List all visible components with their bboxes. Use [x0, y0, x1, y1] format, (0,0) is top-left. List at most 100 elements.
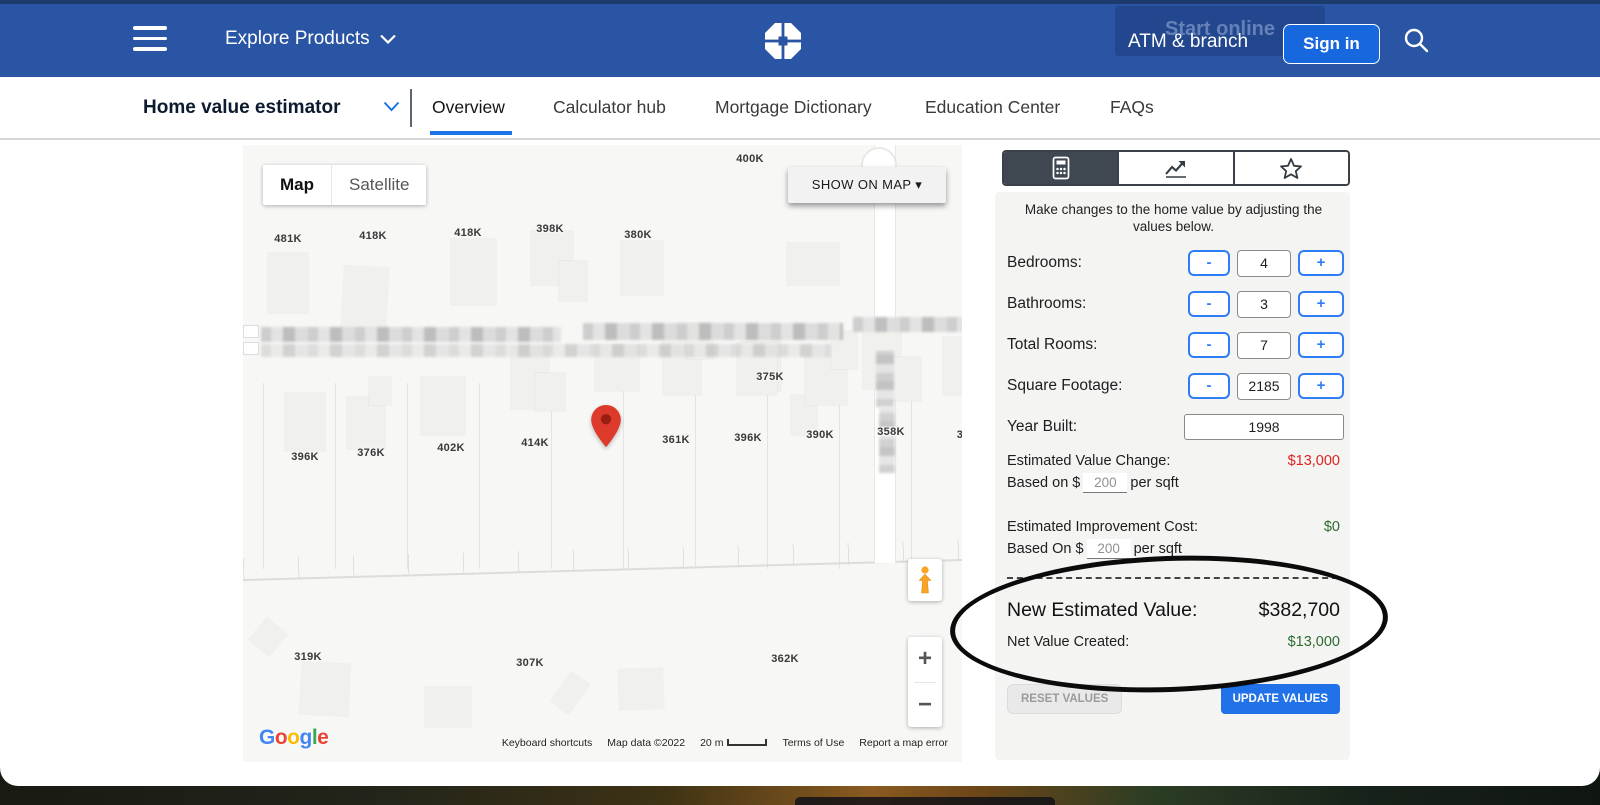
tab-faqs[interactable]: FAQs [1110, 77, 1154, 138]
tab-education-center[interactable]: Education Center [925, 77, 1060, 138]
update-values-button[interactable]: UPDATE VALUES [1221, 684, 1340, 714]
show-on-map-button[interactable]: SHOW ON MAP ▾ [788, 167, 946, 203]
menu-icon[interactable] [133, 26, 167, 52]
price-label[interactable]: 358K [877, 426, 905, 438]
logo-letter: o [287, 726, 299, 749]
bathrooms-value-input[interactable] [1237, 291, 1291, 318]
price-label[interactable]: 307K [516, 657, 544, 669]
terms-of-use-link[interactable]: Terms of Use [782, 737, 844, 749]
price-label[interactable]: 396K [734, 432, 762, 444]
zoom-in-button[interactable]: + [908, 637, 942, 682]
blurred-area [243, 325, 259, 338]
bathrooms-decrement-button[interactable]: - [1188, 291, 1230, 317]
product-selector[interactable]: Home value estimator [143, 77, 340, 138]
tab-mortgage-dictionary[interactable]: Mortgage Dictionary [715, 77, 872, 138]
square-footage-label: Square Footage: [1007, 377, 1122, 395]
tab-favorites[interactable] [1233, 152, 1348, 184]
active-tab-indicator [430, 131, 512, 135]
price-label[interactable]: 400K [736, 153, 764, 165]
satellite-view-button[interactable]: Satellite [331, 165, 426, 205]
nav-divider [410, 89, 412, 127]
basis-suffix: per sqft [1134, 541, 1182, 557]
year-built-input[interactable] [1184, 414, 1344, 440]
price-label[interactable]: 398K [536, 223, 564, 235]
estimated-improvement-cost-label: Estimated Improvement Cost: [1007, 519, 1198, 535]
cost-per-sqft-input[interactable] [1087, 539, 1131, 559]
square-footage-value-input[interactable] [1237, 373, 1291, 400]
price-label[interactable]: 375K [756, 371, 784, 383]
report-map-error-link[interactable]: Report a map error [859, 737, 948, 749]
year-built-label: Year Built: [1007, 418, 1077, 436]
price-label[interactable]: 390K [806, 429, 834, 441]
bedrooms-row: Bedrooms: - + [1007, 248, 1344, 278]
panel-actions: RESET VALUES UPDATE VALUES [1007, 684, 1340, 714]
total-rooms-row: Total Rooms: - + [1007, 330, 1344, 360]
reset-values-button[interactable]: RESET VALUES [1007, 684, 1122, 714]
price-label[interactable]: 3 [957, 429, 962, 441]
google-logo[interactable]: Google [259, 726, 328, 750]
browser-window: Explore Products Start online ATM & bran… [0, 0, 1600, 786]
tab-overview[interactable]: Overview [432, 77, 505, 138]
square-footage-decrement-button[interactable]: - [1188, 373, 1230, 399]
total-rooms-increment-button[interactable]: + [1298, 332, 1344, 358]
new-estimated-value-amount: $382,700 [1259, 599, 1340, 622]
total-rooms-value-input[interactable] [1237, 332, 1291, 359]
total-rooms-decrement-button[interactable]: - [1188, 332, 1230, 358]
map-building [618, 668, 663, 710]
sign-in-button[interactable]: Sign in [1283, 24, 1380, 64]
map-building [559, 261, 587, 301]
price-label[interactable]: 362K [771, 653, 799, 665]
street-view-pegman-icon[interactable] [908, 559, 942, 601]
tab-calculator-hub[interactable]: Calculator hub [553, 77, 666, 138]
price-label[interactable]: 402K [437, 442, 465, 454]
estimated-improvement-cost-amount: $0 [1324, 519, 1340, 535]
explore-products-menu[interactable]: Explore Products [225, 0, 396, 77]
search-icon[interactable] [1402, 26, 1430, 54]
map-pin-icon[interactable] [591, 405, 621, 452]
map-building [300, 662, 351, 716]
bathrooms-increment-button[interactable]: + [1298, 291, 1344, 317]
zoom-out-button[interactable]: − [908, 683, 942, 728]
bedrooms-increment-button[interactable]: + [1298, 250, 1344, 276]
map-building [425, 687, 471, 727]
year-built-row: Year Built: [1007, 412, 1344, 442]
tab-value-trend[interactable] [1117, 152, 1232, 184]
estimated-value-change-amount: $13,000 [1288, 453, 1340, 469]
price-label[interactable]: 376K [357, 447, 385, 459]
tab-calculator[interactable] [1004, 152, 1117, 184]
bedrooms-label: Bedrooms: [1007, 254, 1082, 272]
price-label[interactable]: 361K [662, 434, 690, 446]
price-label[interactable]: 418K [454, 227, 482, 239]
bedrooms-decrement-button[interactable]: - [1188, 250, 1230, 276]
value-per-sqft-input[interactable] [1083, 473, 1127, 493]
price-label[interactable]: 319K [294, 651, 322, 663]
price-label[interactable]: 418K [359, 230, 387, 242]
square-footage-increment-button[interactable]: + [1298, 373, 1344, 399]
value-change-basis-row: Based on $per sqft [1007, 473, 1344, 493]
star-icon [1279, 157, 1303, 180]
blurred-area [879, 407, 895, 473]
map-view-button[interactable]: Map [263, 165, 331, 205]
product-title: Home value estimator [143, 97, 340, 119]
price-label[interactable]: 396K [291, 451, 319, 463]
chase-logo-icon[interactable] [763, 21, 803, 61]
zoom-control: + − [908, 637, 942, 727]
map-building [421, 377, 465, 435]
keyboard-shortcuts-link[interactable]: Keyboard shortcuts [502, 737, 592, 749]
net-value-created-label: Net Value Created: [1007, 634, 1129, 650]
bedrooms-value-input[interactable] [1237, 250, 1291, 277]
blurred-area [853, 317, 962, 332]
net-value-created-amount: $13,000 [1288, 634, 1340, 650]
atm-branch-link[interactable]: ATM & branch [1128, 31, 1248, 53]
map-canvas[interactable]: 400K 481K 418K 418K 398K 380K 375K 396K … [243, 145, 962, 762]
price-label[interactable]: 414K [521, 437, 549, 449]
logo-letter: o [275, 726, 287, 749]
price-label[interactable]: 481K [274, 233, 302, 245]
price-label[interactable]: 380K [624, 229, 652, 241]
map-building [893, 357, 921, 401]
logo-letter: G [259, 726, 275, 749]
chevron-down-icon[interactable] [383, 101, 400, 112]
map-building [341, 266, 388, 330]
desktop-dock [795, 797, 1055, 805]
bathrooms-label: Bathrooms: [1007, 295, 1086, 313]
